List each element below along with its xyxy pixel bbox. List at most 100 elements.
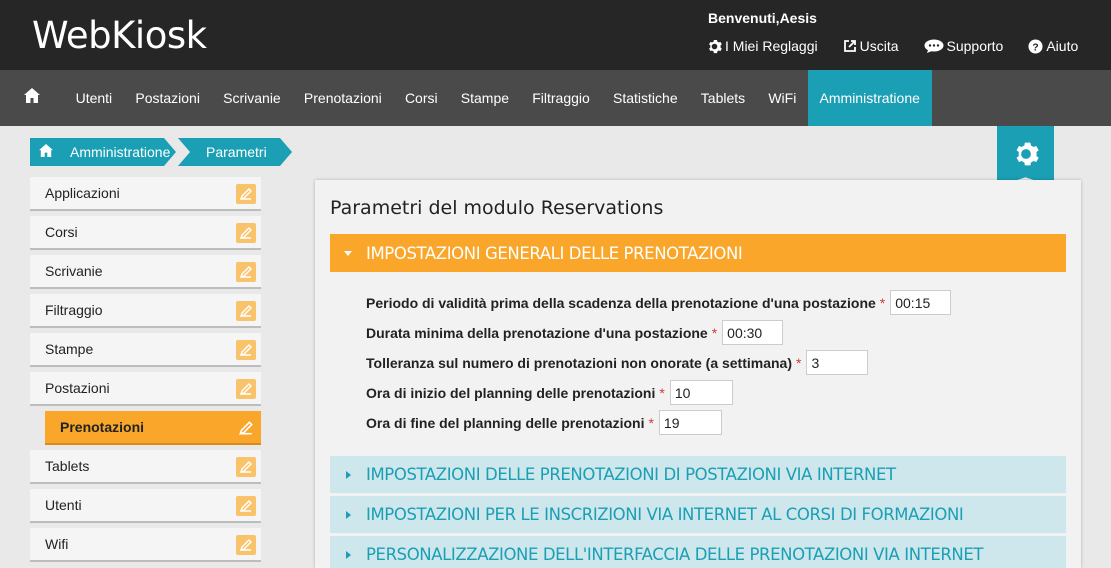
caret-right-icon [330,510,366,519]
required-marker: * [879,294,886,311]
section-internet-courses[interactable]: IMPOSTAZIONI PER LE INSCRIZIONI VIA INTE… [330,496,1066,533]
nav-item-postazioni[interactable]: Postazioni [124,70,212,126]
pencil-icon[interactable] [236,496,256,516]
caret-down-icon [330,250,366,256]
sidebar-item-label: Filtraggio [45,302,103,318]
form-row-planning-start: Ora di inizio del planning delle prenota… [366,380,733,405]
sidebar-item-scrivanie[interactable]: Scrivanie [30,255,261,289]
help-link[interactable]: ? Aiuto [1028,38,1078,54]
main-nav: Utenti Postazioni Scrivanie Prenotazioni… [0,70,1111,126]
sidebar-item-label: Wifi [45,536,69,552]
header-links: I Miei Reglaggi Uscita Supporto ? Aiuto [707,38,1078,54]
breadcrumb-item-parametri[interactable]: Parametri [178,138,292,166]
caret-right-icon [330,550,366,559]
section-internet-workstation[interactable]: IMPOSTAZIONI DELLE PRENOTAZIONI DI POSTA… [330,456,1066,493]
required-marker: * [659,384,665,401]
logout-label: Uscita [859,38,899,54]
breadcrumb-item-amministratione[interactable]: Amministratione [30,138,176,166]
sidebar-item-label: Utenti [45,497,82,513]
top-header: WebKiosk Benvenuti,Aesis I Miei Reglaggi… [0,0,1111,70]
nav-item-scrivanie[interactable]: Scrivanie [212,70,293,126]
my-settings-label: I Miei Reglaggi [725,38,818,54]
planning-end-input[interactable] [658,410,722,435]
field-label: Ora di fine del planning delle prenotazi… [366,414,645,431]
sidebar-item-postazioni[interactable]: Postazioni [30,372,261,406]
sidebar-item-applicazioni[interactable]: Applicazioni [30,177,261,211]
required-marker: * [648,414,654,431]
nav-item-amministratione[interactable]: Amministratione [807,70,932,126]
pencil-icon[interactable] [236,457,256,477]
section-title: IMPOSTAZIONI GENERALI DELLE PRENOTAZIONI [366,243,743,263]
caret-right-icon [330,470,366,479]
form-row-min-duration: Durata minima della prenotazione d'una p… [366,320,784,345]
pencil-icon[interactable] [236,379,256,399]
my-settings-link[interactable]: I Miei Reglaggi [707,38,818,54]
form-row-tolerance: Tolleranza sul numero di prenotazioni no… [366,350,869,375]
sidebar-item-utenti[interactable]: Utenti [30,489,261,523]
sidebar-item-label: Scrivanie [45,263,103,279]
section-title: IMPOSTAZIONI PER LE INSCRIZIONI VIA INTE… [366,505,964,524]
required-marker: * [796,354,802,371]
home-icon [39,144,53,160]
planning-start-input[interactable] [669,380,733,405]
breadcrumb: Amministratione Parametri [30,138,292,166]
pencil-icon[interactable] [236,535,256,555]
pencil-icon[interactable] [236,223,256,243]
nav-home-button[interactable] [0,70,64,126]
nav-item-filtraggio[interactable]: Filtraggio [521,70,602,126]
pencil-icon[interactable] [236,184,256,204]
nav-item-wifi[interactable]: WiFi [757,70,808,126]
pencil-icon[interactable] [236,262,256,282]
sidebar-item-label: Stampe [45,341,94,357]
sidebar-item-filtraggio[interactable]: Filtraggio [30,294,261,328]
field-label: Tolleranza sul numero di prenotazioni no… [366,354,793,371]
sidebar-item-label: Postazioni [45,380,110,396]
sidebar-item-stampe[interactable]: Stampe [30,333,261,367]
logout-link[interactable]: Uscita [843,38,899,54]
breadcrumb-label: Amministratione [70,144,171,160]
tolerance-input[interactable] [806,350,869,375]
settings-ribbon-button[interactable] [997,126,1054,187]
home-icon [24,88,40,108]
validity-period-input[interactable] [890,290,952,315]
sidebar-item-label: Corsi [45,224,78,240]
section-title: IMPOSTAZIONI DELLE PRENOTAZIONI DI POSTA… [366,465,896,484]
breadcrumb-label: Parametri [206,144,267,160]
field-label: Durata minima della prenotazione d'una p… [366,324,708,341]
chat-icon [924,39,944,53]
help-icon: ? [1028,38,1043,54]
welcome-text: Benvenuti,Aesis [708,10,817,26]
min-duration-input[interactable] [722,320,784,345]
svg-text:?: ? [1033,42,1039,53]
section-interface-customization[interactable]: PERSONALIZZAZIONE DELL'INTERFACCIA DELLE… [330,536,1066,568]
sidebar-item-wifi[interactable]: Wifi [30,528,261,562]
section-general-settings[interactable]: IMPOSTAZIONI GENERALI DELLE PRENOTAZIONI [330,234,1066,272]
nav-item-prenotazioni[interactable]: Prenotazioni [292,70,393,126]
field-label: Ora di inizio del planning delle prenota… [366,384,656,401]
nav-item-statistiche[interactable]: Statistiche [601,70,689,126]
nav-item-utenti[interactable]: Utenti [64,70,124,126]
main-panel: Parametri del modulo Reservations IMPOST… [315,180,1081,568]
gear-icon [707,39,722,54]
support-label: Supporto [946,38,1004,54]
form-row-planning-end: Ora di fine del planning delle prenotazi… [366,410,722,435]
app-logo[interactable]: WebKiosk [32,14,207,57]
sidebar-item-label: Tablets [45,458,90,474]
pencil-icon[interactable] [236,418,256,438]
pencil-icon[interactable] [236,340,256,360]
gear-icon [1013,141,1039,172]
sidebar-item-label: Prenotazioni [60,419,145,435]
nav-item-tablets[interactable]: Tablets [689,70,757,126]
nav-item-corsi[interactable]: Corsi [393,70,449,126]
form-row-validity-period: Periodo di validità prima della scadenza… [366,290,952,315]
nav-item-stampe[interactable]: Stampe [449,70,520,126]
exit-icon [843,39,857,53]
sidebar-item-tablets[interactable]: Tablets [30,450,261,484]
sidebar-item-prenotazioni[interactable]: Prenotazioni [45,411,261,445]
pencil-icon[interactable] [236,301,256,321]
help-label: Aiuto [1046,38,1079,54]
sidebar-item-corsi[interactable]: Corsi [30,216,261,250]
page-title: Parametri del modulo Reservations [330,197,664,219]
support-link[interactable]: Supporto [924,38,1004,54]
section-title: PERSONALIZZAZIONE DELL'INTERFACCIA DELLE… [366,545,984,564]
